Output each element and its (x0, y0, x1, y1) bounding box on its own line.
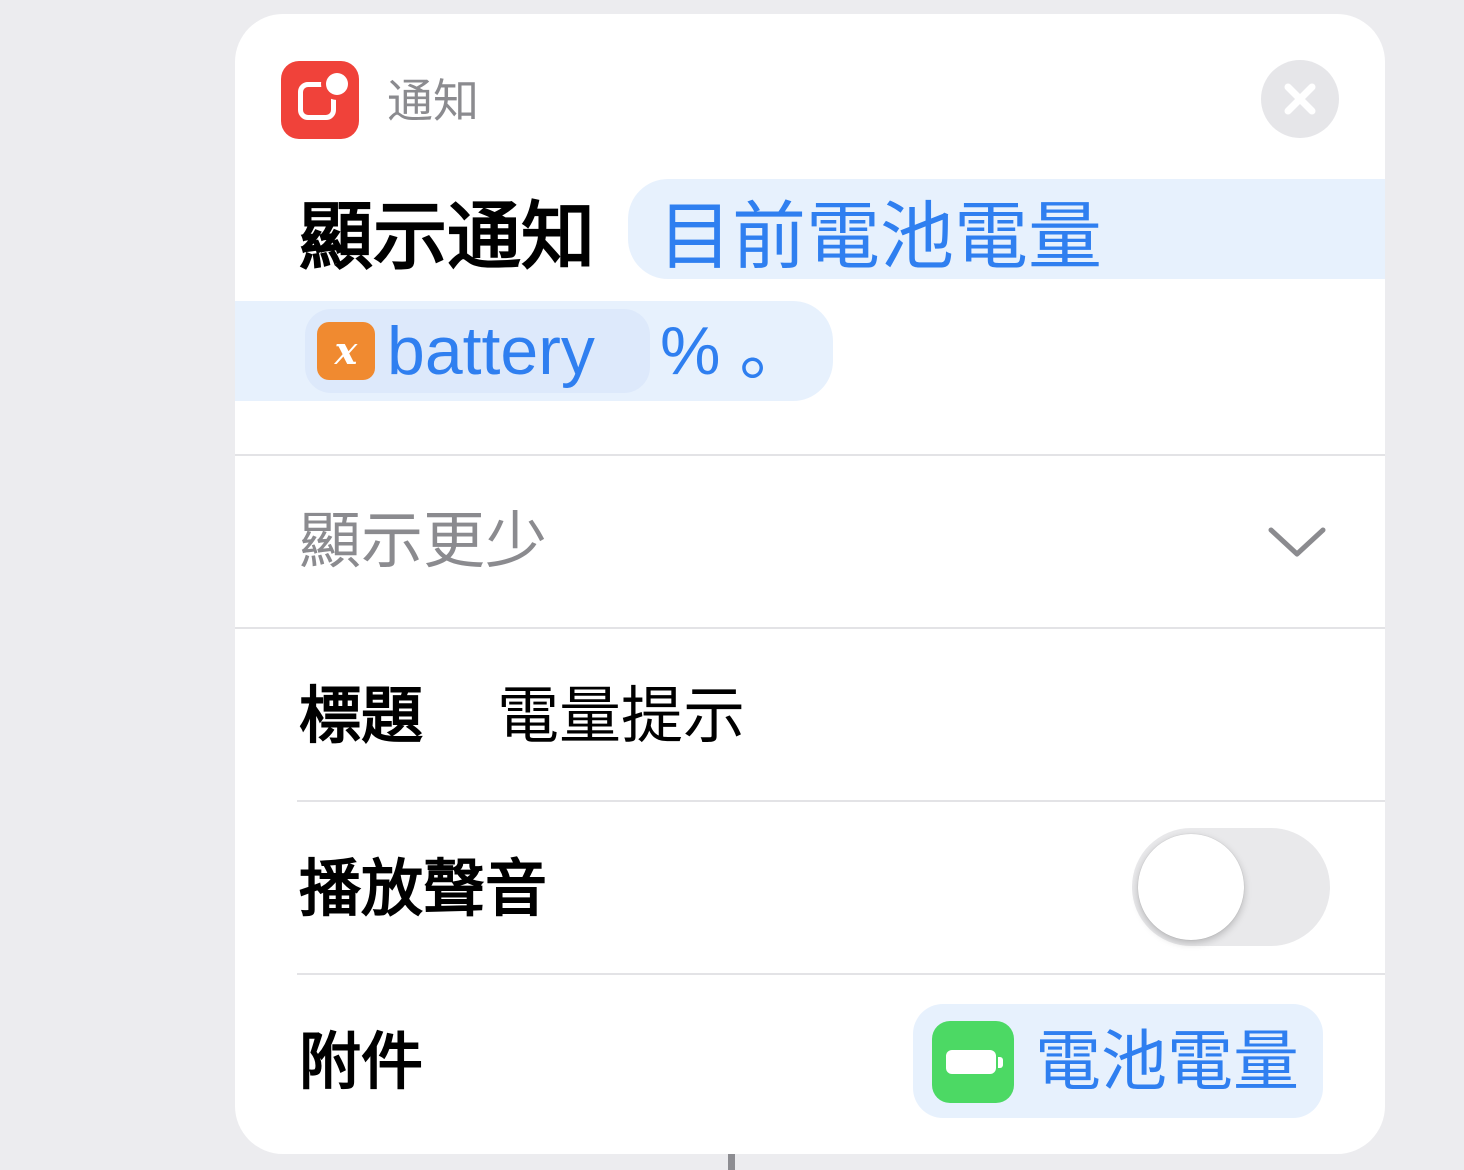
app-name: 通知 (387, 74, 479, 128)
variable-icon: x (317, 322, 375, 380)
body-suffix-text[interactable]: % 。 (660, 311, 807, 391)
play-sound-label: 播放聲音 (299, 852, 548, 925)
notification-app-icon (281, 61, 359, 139)
divider (297, 973, 1385, 975)
close-button[interactable] (1261, 60, 1339, 138)
attachment-label: 附件 (299, 1025, 424, 1098)
attachment-value[interactable]: 電池電量 (1035, 1024, 1299, 1100)
toggle-knob (1138, 834, 1244, 940)
divider (235, 454, 1385, 456)
card-header: 通知 (235, 14, 1385, 144)
divider (235, 627, 1385, 629)
show-less-toggle[interactable]: 顯示更少 (299, 506, 547, 576)
title-field[interactable]: 電量提示 (497, 681, 745, 751)
battery-icon (932, 1021, 1014, 1103)
action-label: 顯示通知 (299, 194, 595, 280)
variable-name[interactable]: battery (387, 311, 595, 391)
title-label: 標題 (299, 679, 424, 752)
close-icon (1284, 83, 1316, 115)
play-sound-toggle[interactable] (1132, 828, 1330, 946)
notification-body-text[interactable]: 目前電池電量 (658, 197, 1102, 277)
divider (297, 800, 1385, 802)
chevron-down-icon[interactable] (1267, 524, 1327, 560)
notification-action-card: 通知 顯示通知 目前電池電量 x battery % 。 顯示更少 標題 電量提… (235, 14, 1385, 1154)
action-sentence: 顯示通知 目前電池電量 x battery % 。 (235, 179, 1385, 409)
